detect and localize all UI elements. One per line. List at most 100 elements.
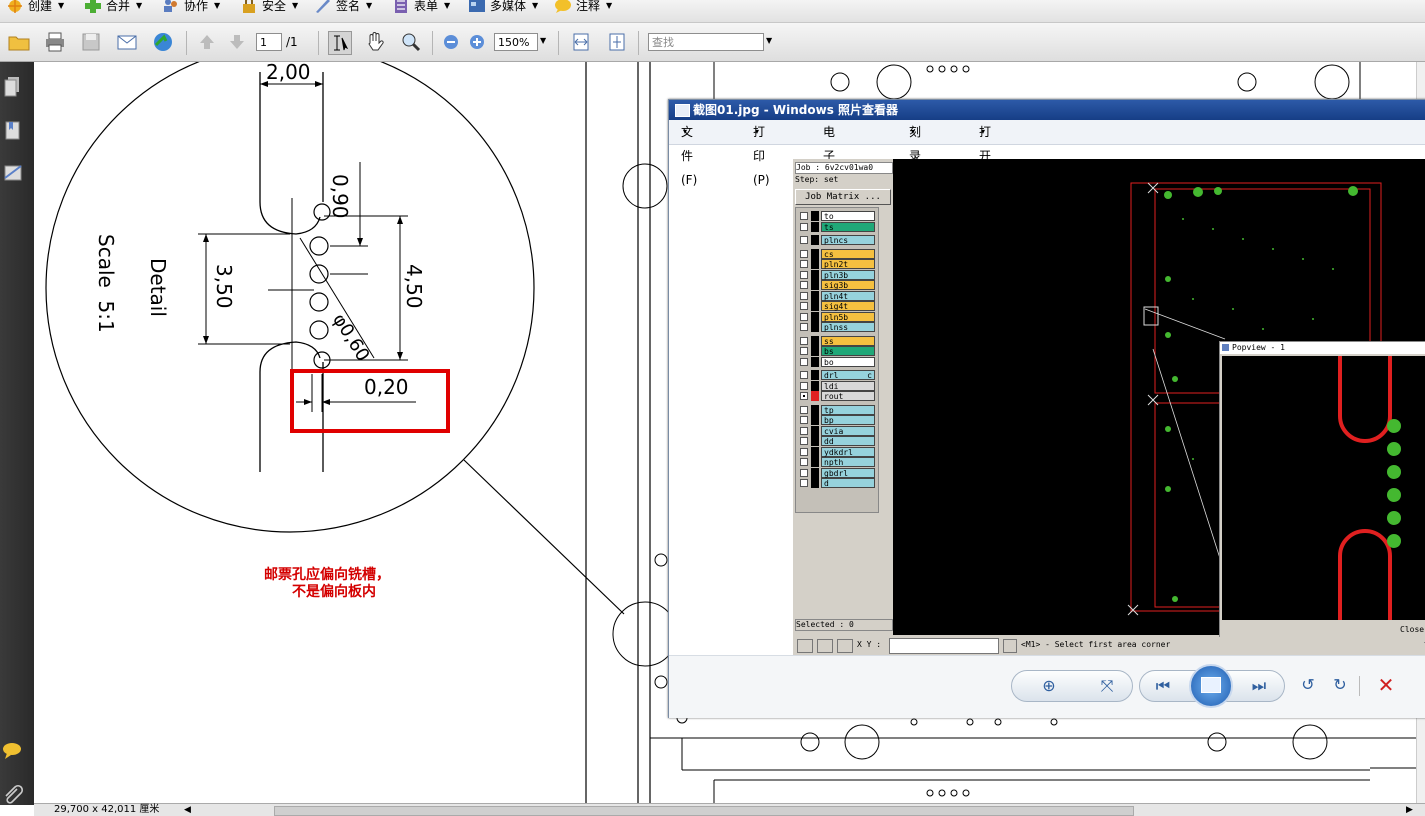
delete-icon[interactable]: ✕: [1375, 674, 1397, 696]
layer-checkbox[interactable]: [800, 222, 808, 231]
cam-layer-row[interactable]: bo: [799, 356, 875, 367]
cam-layer-row[interactable]: pln5b: [799, 311, 875, 322]
zoom-level-input[interactable]: 150%: [494, 33, 538, 51]
layer-checkbox[interactable]: [800, 416, 808, 424]
hand-tool-icon[interactable]: [364, 31, 386, 53]
cam-layer-row[interactable]: tp: [799, 404, 875, 415]
layer-checkbox[interactable]: [800, 236, 808, 244]
email-icon[interactable]: [116, 31, 138, 53]
cam-layer-row[interactable]: ydkdrl: [799, 446, 875, 457]
cam-layer-row[interactable]: pln3b: [799, 269, 875, 280]
cam-layer-row[interactable]: npth: [799, 457, 875, 467]
cam-layer-row[interactable]: cvia: [799, 425, 875, 436]
menu-multimedia[interactable]: 多媒体 ▼: [468, 0, 538, 18]
layer-checkbox[interactable]: [800, 458, 808, 466]
zoom-in-icon[interactable]: [466, 31, 488, 53]
layer-checkbox[interactable]: [800, 371, 808, 379]
cam-layer-row[interactable]: bs: [799, 346, 875, 356]
layer-checkbox[interactable]: [800, 426, 808, 435]
fit-width-icon[interactable]: [570, 31, 592, 53]
layer-checkbox[interactable]: [800, 437, 808, 445]
cam-layer-row[interactable]: pln2t: [799, 259, 875, 269]
cam-layer-row[interactable]: gbdrl: [799, 467, 875, 478]
open-folder-icon[interactable]: [8, 31, 30, 53]
cam-layer-row[interactable]: ldi: [799, 380, 875, 391]
menu-combine[interactable]: 合并 ▼: [84, 0, 142, 18]
menu-comment[interactable]: 注释 ▼: [554, 0, 612, 18]
next-icon[interactable]: ⏭: [1248, 675, 1270, 697]
layer-checkbox[interactable]: [800, 468, 808, 477]
cam-layer-row[interactable]: sig3b: [799, 280, 875, 290]
cam-layer-row[interactable]: d: [799, 478, 875, 488]
layer-checkbox[interactable]: [800, 249, 808, 258]
layer-checkbox[interactable]: [800, 312, 808, 321]
menu-collaborate[interactable]: 协作 ▼: [162, 0, 220, 18]
layer-checkbox[interactable]: [800, 260, 808, 268]
cam-layer-row[interactable]: rout: [799, 391, 875, 401]
previous-icon[interactable]: ⏮: [1152, 675, 1174, 697]
page-number-input[interactable]: 1: [256, 33, 282, 51]
cam-layer-row[interactable]: cs: [799, 248, 875, 259]
next-page-icon[interactable]: [226, 31, 248, 53]
cam-job-matrix-button[interactable]: Job Matrix ...: [795, 189, 891, 205]
prev-page-icon[interactable]: [196, 31, 218, 53]
layer-checkbox[interactable]: [800, 291, 808, 300]
print-icon[interactable]: [44, 31, 66, 53]
pages-panel-icon[interactable]: [3, 76, 23, 98]
layer-checkbox[interactable]: [800, 447, 808, 456]
actual-size-icon[interactable]: ⤧: [1096, 675, 1118, 697]
cam-layer-row[interactable]: plnss: [799, 322, 875, 332]
cam-layer-row[interactable]: dd: [799, 436, 875, 446]
save-icon[interactable]: [80, 31, 102, 53]
comments-panel-icon[interactable]: [2, 742, 24, 760]
cam-xy-input[interactable]: [889, 638, 999, 654]
cam-layer-row[interactable]: bp: [799, 415, 875, 425]
fit-page-icon[interactable]: [606, 31, 628, 53]
cam-layer-row[interactable]: ts: [799, 221, 875, 232]
layer-checkbox[interactable]: [800, 281, 808, 289]
search-input[interactable]: 查找: [648, 33, 764, 51]
layer-checkbox[interactable]: [800, 212, 808, 220]
layer-checkbox[interactable]: [800, 381, 808, 390]
layer-checkbox[interactable]: [800, 336, 808, 345]
search-dropdown-icon[interactable]: ▼: [766, 36, 772, 45]
layer-checkbox[interactable]: [800, 357, 808, 366]
cam-layer-row[interactable]: drl c: [799, 370, 875, 380]
cam-xy-button[interactable]: [1003, 639, 1017, 653]
slideshow-button[interactable]: [1189, 664, 1233, 708]
marquee-zoom-icon[interactable]: [400, 31, 422, 53]
menu-security[interactable]: 安全 ▼: [240, 0, 298, 18]
popview-close-button[interactable]: Close: [1400, 625, 1424, 634]
menu-forms[interactable]: 表单 ▼: [392, 0, 450, 18]
cam-layer-row[interactable]: plncs: [799, 235, 875, 245]
cam-layer-row[interactable]: pln4t: [799, 290, 875, 301]
bookmarks-panel-icon[interactable]: [3, 120, 23, 142]
popview-titlebar[interactable]: Popview - 1: [1220, 342, 1425, 354]
rotate-left-icon[interactable]: ↺: [1297, 674, 1319, 696]
rotate-right-icon[interactable]: ↻: [1329, 674, 1351, 696]
signatures-panel-icon[interactable]: [3, 162, 23, 184]
zoom-out-icon[interactable]: [440, 31, 462, 53]
layer-checkbox[interactable]: [800, 347, 808, 355]
cam-tool-icon[interactable]: [797, 639, 813, 653]
cam-layer-row[interactable]: ss: [799, 335, 875, 346]
scroll-left-icon[interactable]: ◀: [184, 804, 191, 816]
layer-checkbox[interactable]: [800, 270, 808, 279]
layer-checkbox[interactable]: [800, 392, 808, 400]
layer-checkbox[interactable]: [800, 323, 808, 331]
select-text-icon[interactable]: [328, 31, 352, 55]
menu-create[interactable]: 创建 ▼: [6, 0, 64, 18]
layer-checkbox[interactable]: [800, 302, 808, 310]
cam-tool-icon[interactable]: [817, 639, 833, 653]
zoom-dropdown-icon[interactable]: ▼: [540, 36, 546, 45]
menu-sign[interactable]: 签名 ▼: [314, 0, 372, 18]
layer-checkbox[interactable]: [800, 479, 808, 487]
attachments-paperclip-icon[interactable]: [2, 784, 24, 806]
cam-tool-icon[interactable]: [837, 639, 853, 653]
cam-layer-row[interactable]: sig4t: [799, 301, 875, 311]
scroll-right-icon[interactable]: ▶: [1406, 804, 1413, 816]
zoom-icon[interactable]: ⊕: [1038, 675, 1060, 697]
share-globe-icon[interactable]: [152, 31, 174, 53]
layer-checkbox[interactable]: [800, 405, 808, 414]
viewer-titlebar[interactable]: 截图01.jpg - Windows 照片查看器: [669, 100, 1425, 120]
